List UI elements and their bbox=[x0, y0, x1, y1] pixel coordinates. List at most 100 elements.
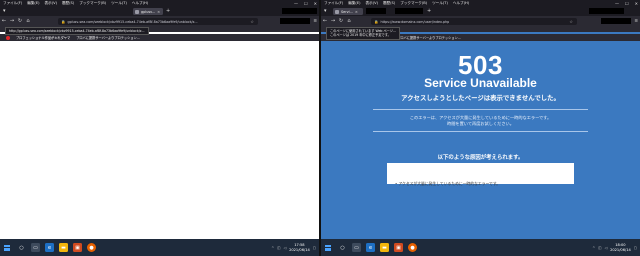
back-icon[interactable]: ← bbox=[321, 16, 329, 26]
clock[interactable]: 17:58 2021/06/14 bbox=[289, 243, 310, 252]
banner-text[interactable]: プロバに提携サーバーよりプロテッション... bbox=[76, 35, 140, 40]
redacted-area bbox=[280, 18, 311, 24]
reload-icon[interactable]: ↻ bbox=[16, 16, 24, 26]
url-text: https://www.domainx.com/user/index.php bbox=[380, 19, 450, 24]
menu-help[interactable]: ヘルプ(H) bbox=[132, 0, 148, 7]
system-tray: ^ ◫ ◁ 17:58 2021/06/14 ▢ bbox=[271, 239, 316, 256]
task-view-icon[interactable]: ▭ bbox=[31, 243, 40, 252]
tab-close-icon[interactable]: × bbox=[355, 10, 358, 14]
minimize-icon[interactable]: — bbox=[615, 0, 619, 7]
back-icon[interactable]: ← bbox=[0, 16, 8, 26]
tab-list-icon[interactable]: ▾ bbox=[3, 8, 6, 15]
notifications-icon[interactable]: ▢ bbox=[634, 246, 637, 250]
causes-box: • アクセスが大量に発生しているために一時的なエラーです。 bbox=[387, 163, 574, 186]
tray-arrow-icon[interactable]: ^ bbox=[592, 246, 595, 250]
window-controls: — ☐ ✕ bbox=[294, 0, 317, 7]
redacted-area bbox=[395, 8, 423, 14]
tab-close-icon[interactable]: × bbox=[157, 10, 160, 14]
clock-date: 2021/06/14 bbox=[610, 247, 631, 252]
maximize-icon[interactable]: ☐ bbox=[625, 0, 629, 7]
menu-file[interactable]: ファイル(F) bbox=[324, 0, 343, 7]
tab-title: Servi... bbox=[341, 9, 353, 14]
menu-edit[interactable]: 編集(E) bbox=[348, 0, 360, 7]
network-icon[interactable]: ◫ bbox=[277, 246, 280, 250]
tray-arrow-icon[interactable]: ^ bbox=[271, 246, 274, 250]
blank-page bbox=[0, 40, 319, 239]
forward-icon[interactable]: → bbox=[8, 16, 16, 26]
notifications-icon[interactable]: ▢ bbox=[313, 246, 316, 250]
favicon-icon bbox=[135, 9, 139, 14]
tab-list-icon[interactable]: ▾ bbox=[324, 8, 327, 15]
task-view-icon[interactable]: ▭ bbox=[352, 243, 361, 252]
right-screen: ファイル(F) 編集(E) 表示(V) 履歴(S) ブックマーク(B) ツール(… bbox=[321, 0, 640, 256]
menu-bookmarks[interactable]: ブックマーク(B) bbox=[79, 0, 106, 7]
divider-line bbox=[373, 131, 588, 132]
error-title: Service Unavailable bbox=[424, 76, 537, 90]
error-page: 503 Service Unavailable アクセスしようとしたページは表示… bbox=[321, 40, 640, 239]
start-icon[interactable] bbox=[2, 243, 12, 253]
minimize-icon[interactable]: — bbox=[294, 0, 298, 7]
browser-tab[interactable]: Servi... × bbox=[333, 8, 363, 15]
network-icon[interactable]: ◫ bbox=[598, 246, 601, 250]
menu-edit[interactable]: 編集(E) bbox=[27, 0, 39, 7]
banner-text: プロフェッショナル作品がキれダヤマ bbox=[16, 36, 71, 40]
tab-bar: ▾ Servi... × + bbox=[321, 7, 640, 16]
banner-text[interactable]: プロバに提携サーバーよりプロテッション... bbox=[397, 35, 461, 40]
search-icon[interactable]: ○ bbox=[338, 243, 347, 252]
divider-line bbox=[373, 109, 588, 110]
menu-history[interactable]: 履歴(S) bbox=[383, 0, 395, 7]
home-icon[interactable]: ⌂ bbox=[24, 16, 32, 26]
home-icon[interactable]: ⌂ bbox=[345, 16, 353, 26]
taskbar: ○ ▭ e ▬ ▣ ● ^ ◫ ◁ 18:00 2021/06/14 ▢ bbox=[321, 239, 640, 256]
url-bar[interactable]: 🔒 https://www.domainx.com/user/index.php… bbox=[371, 18, 577, 25]
search-icon[interactable]: ○ bbox=[17, 243, 26, 252]
description-line: 時間を置いて再度お試しください。 bbox=[447, 121, 514, 126]
menu-view[interactable]: 表示(V) bbox=[45, 0, 57, 7]
favicon-icon bbox=[335, 9, 339, 14]
menu-file[interactable]: ファイル(F) bbox=[3, 0, 22, 7]
bookmark-star-icon[interactable]: ☆ bbox=[250, 18, 254, 25]
menu-icon[interactable]: ≡ bbox=[313, 19, 317, 24]
new-tab-icon[interactable]: + bbox=[166, 8, 170, 15]
popup-text: http://gplusv-sea.com/seeblock/vbz9915-c… bbox=[9, 29, 145, 33]
lock-icon: 🔒 bbox=[61, 19, 66, 24]
clock[interactable]: 18:00 2021/06/14 bbox=[610, 243, 631, 252]
bookmark-star-icon[interactable]: ☆ bbox=[569, 18, 573, 25]
menu-history[interactable]: 履歴(S) bbox=[62, 0, 74, 7]
edge-icon[interactable]: e bbox=[366, 243, 375, 252]
volume-icon[interactable]: ◁ bbox=[604, 246, 607, 250]
forward-icon[interactable]: → bbox=[329, 16, 337, 26]
redacted-area bbox=[366, 8, 386, 14]
close-window-icon[interactable]: ✕ bbox=[314, 0, 317, 7]
warning-icon bbox=[6, 35, 10, 40]
edge-icon[interactable]: e bbox=[45, 243, 54, 252]
office-icon[interactable]: ▣ bbox=[73, 243, 82, 252]
taskbar: ○ ▭ e ▬ ▣ ● ^ ◫ ◁ 17:58 2021/06/14 ▢ bbox=[0, 239, 319, 256]
error-description: このエラーは、アクセスが大量に発生しているために一時的なエラーです。 時間を置い… bbox=[321, 115, 640, 127]
menu-tools[interactable]: ツール(T) bbox=[432, 0, 448, 7]
menu-bookmarks[interactable]: ブックマーク(B) bbox=[400, 0, 427, 7]
firefox-icon[interactable]: ● bbox=[408, 243, 417, 252]
popup-text: このページは 2019 年中に修正予定です。 bbox=[330, 33, 391, 38]
close-window-icon[interactable]: ✕ bbox=[635, 0, 638, 7]
clock-date: 2021/06/14 bbox=[289, 247, 310, 252]
office-icon[interactable]: ▣ bbox=[394, 243, 403, 252]
volume-icon[interactable]: ◁ bbox=[283, 246, 286, 250]
maximize-icon[interactable]: ☐ bbox=[304, 0, 308, 7]
left-screen: ファイル(F) 編集(E) 表示(V) 履歴(S) ブックマーク(B) ツール(… bbox=[0, 0, 319, 256]
new-tab-icon[interactable]: + bbox=[427, 8, 431, 15]
link-popup: http://gplusv-sea.com/seeblock/vbz9915-c… bbox=[5, 27, 149, 36]
system-tray: ^ ◫ ◁ 18:00 2021/06/14 ▢ bbox=[592, 239, 637, 256]
menu-help[interactable]: ヘルプ(H) bbox=[453, 0, 469, 7]
firefox-icon[interactable]: ● bbox=[87, 243, 96, 252]
start-icon[interactable] bbox=[323, 243, 333, 253]
menu-view[interactable]: 表示(V) bbox=[366, 0, 378, 7]
browser-tab[interactable]: gplusv... × bbox=[133, 8, 163, 15]
explorer-icon[interactable]: ▬ bbox=[380, 243, 389, 252]
url-bar[interactable]: 🔒 gplusv-sea.com/seeblock/vbz9915-ceba4-… bbox=[58, 18, 258, 25]
reload-icon[interactable]: ↻ bbox=[337, 16, 345, 26]
explorer-icon[interactable]: ▬ bbox=[59, 243, 68, 252]
redacted-area bbox=[282, 8, 317, 14]
menu-icon[interactable]: ≡ bbox=[634, 19, 638, 24]
menu-tools[interactable]: ツール(T) bbox=[111, 0, 127, 7]
